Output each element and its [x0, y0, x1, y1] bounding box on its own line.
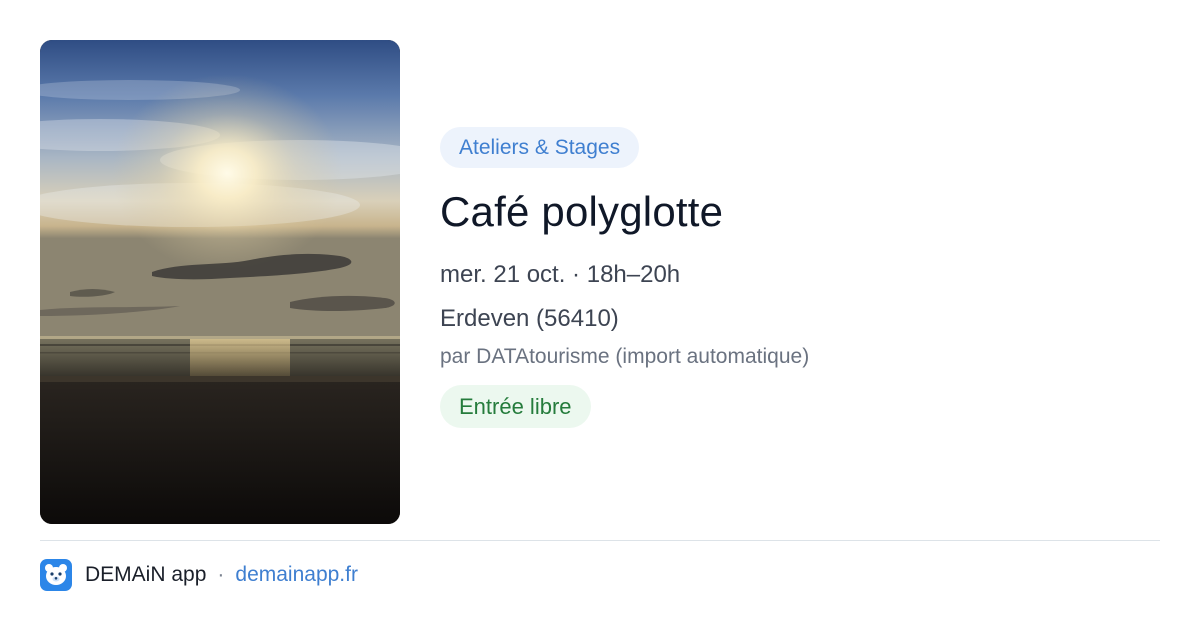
price-badge: Entrée libre	[440, 385, 591, 428]
category-badge: Ateliers & Stages	[440, 127, 640, 168]
app-url-link[interactable]: demainapp.fr	[235, 563, 358, 587]
event-datetime: mer. 21 oct. · 18h–20h	[440, 261, 681, 288]
footer-divider	[40, 540, 1160, 541]
event-info: Ateliers & Stages Café polyglotte mer. 2…	[440, 127, 1160, 428]
event-location: Erdeven (56410)	[440, 305, 619, 332]
event-title: Café polyglotte	[440, 188, 724, 235]
app-name: DEMAiN app	[85, 563, 207, 586]
event-source: par DATAtourisme (import automatique)	[440, 345, 810, 368]
footer-separator: ·	[217, 563, 225, 586]
event-photo	[40, 40, 400, 524]
bear-face-icon	[40, 559, 72, 591]
event-preview-card: Ateliers & Stages Café polyglotte mer. 2…	[0, 0, 1200, 630]
footer: DEMAiN app · demainapp.fr	[40, 558, 358, 592]
